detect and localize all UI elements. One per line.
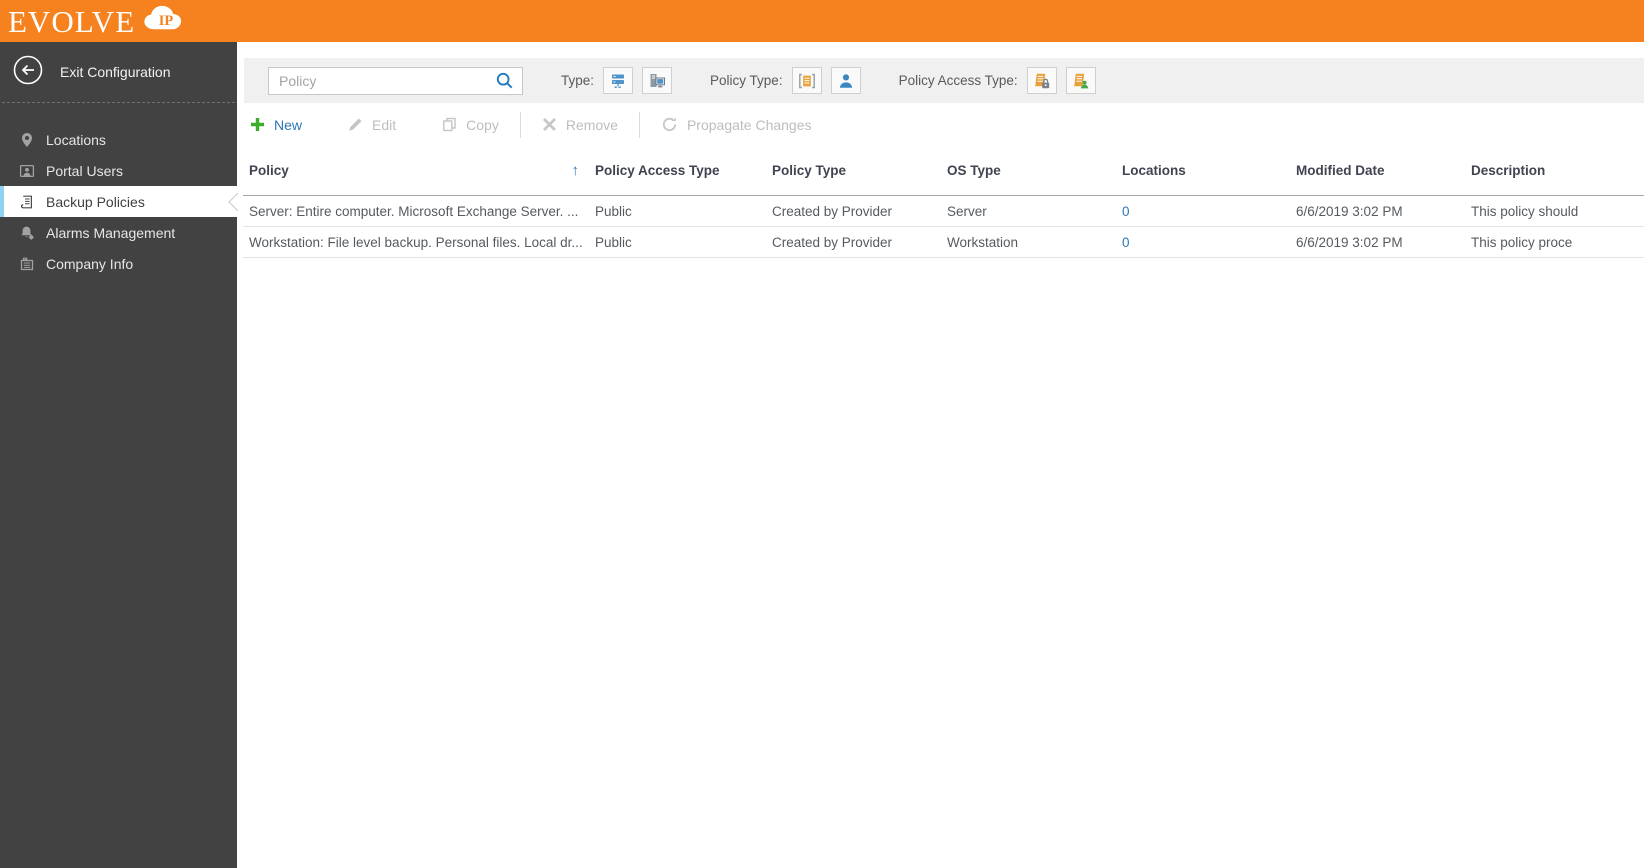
cell-policy: Workstation: File level backup. Personal… — [249, 234, 583, 250]
column-header-os-type[interactable]: OS Type — [941, 163, 1116, 178]
remove-button[interactable]: Remove — [529, 103, 631, 146]
policy-type-filter-group: Policy Type: — [710, 67, 861, 94]
remove-button-label: Remove — [565, 116, 618, 133]
plus-icon — [250, 117, 265, 132]
sidebar-item-locations[interactable]: Locations — [0, 124, 237, 155]
evolve-ip-logo: EVOLVE IP — [8, 2, 193, 41]
cell-os-type: Workstation — [947, 234, 1019, 250]
edit-button[interactable]: Edit — [335, 103, 409, 146]
copy-button[interactable]: Copy — [429, 103, 512, 146]
sidebar-item-company-info[interactable]: Company Info — [0, 248, 237, 279]
locations-count-link[interactable]: 0 — [1116, 235, 1290, 250]
workstation-type-icon[interactable] — [642, 67, 673, 94]
policy-search-box — [268, 66, 523, 95]
sidebar-item-label: Company Info — [46, 255, 134, 272]
column-header-locations[interactable]: Locations — [1116, 163, 1290, 178]
copy-icon — [442, 117, 457, 132]
column-header-policy-access-type[interactable]: Policy Access Type — [589, 163, 766, 178]
policy-access-type-filter-group: Policy Access Type: — [899, 67, 1096, 94]
column-header-modified-date[interactable]: Modified Date — [1290, 163, 1465, 178]
user-policy-icon[interactable] — [830, 67, 861, 94]
actions-toolbar: New Edit Copy Remove Propagate Changes — [237, 103, 1644, 146]
private-access-icon[interactable] — [1026, 67, 1057, 94]
cell-os-type: Server — [947, 203, 987, 219]
cell-description: This policy should — [1471, 203, 1579, 219]
sort-ascending-icon[interactable]: ↑ — [572, 163, 580, 178]
policy-access-type-filter-label: Policy Access Type: — [898, 73, 1018, 88]
sidebar-item-label: Backup Policies — [46, 193, 145, 210]
column-header-policy[interactable]: Policy ↑ — [243, 163, 589, 178]
public-access-icon[interactable] — [1065, 67, 1096, 94]
sidebar-item-label: Alarms Management — [46, 224, 176, 241]
back-arrow-icon — [12, 54, 44, 91]
cell-description: This policy proce — [1471, 234, 1573, 250]
type-filter-label: Type: — [561, 73, 595, 88]
sidebar-item-portal-users[interactable]: Portal Users — [0, 155, 237, 186]
location-pin-icon — [18, 131, 35, 148]
sidebar-item-alarms-management[interactable]: Alarms Management — [0, 217, 237, 248]
edit-button-label: Edit — [372, 116, 397, 133]
policy-search-input[interactable] — [277, 71, 495, 90]
toolbar-separator — [519, 111, 521, 138]
alarms-icon — [18, 224, 35, 241]
copy-button-label: Copy — [466, 116, 499, 133]
top-bar: EVOLVE IP — [0, 0, 1644, 42]
sidebar: Exit Configuration Locations Portal User… — [0, 42, 247, 868]
cell-policy-access-type: Public — [595, 203, 632, 219]
sidebar-item-backup-policies[interactable]: Backup Policies — [0, 186, 247, 217]
cell-modified-date: 6/6/2019 3:02 PM — [1296, 234, 1403, 250]
new-button[interactable]: New — [237, 103, 315, 146]
sidebar-item-label: Locations — [46, 131, 106, 148]
toolbar-separator — [638, 111, 640, 138]
x-icon — [542, 117, 557, 132]
cell-policy-type: Created by Provider — [772, 203, 893, 219]
exit-configuration-button[interactable]: Exit Configuration — [0, 42, 237, 102]
table-header-row: Policy ↑ Policy Access Type Policy Type … — [243, 146, 1644, 196]
cell-policy-access-type: Public — [595, 234, 632, 250]
svg-text:IP: IP — [159, 12, 174, 28]
server-type-icon[interactable] — [603, 67, 634, 94]
type-filter-group: Type: — [561, 67, 673, 94]
sidebar-item-label: Portal Users — [46, 162, 124, 179]
company-info-icon — [18, 255, 35, 272]
new-button-label: New — [274, 116, 303, 133]
portal-users-icon — [18, 162, 35, 179]
filter-bar: Type: Pol — [244, 58, 1644, 103]
policy-type-filter-label: Policy Type: — [710, 73, 783, 88]
backup-policies-icon — [18, 193, 35, 210]
table-row[interactable]: Server: Entire computer. Microsoft Excha… — [243, 196, 1644, 227]
propagate-changes-button-label: Propagate Changes — [686, 116, 812, 133]
sidebar-nav: Locations Portal Users Backup Policies A… — [0, 124, 247, 279]
exit-configuration-label: Exit Configuration — [60, 64, 171, 80]
pencil-icon — [348, 117, 363, 132]
provider-policy-icon[interactable] — [791, 67, 822, 94]
column-header-label: Policy — [249, 163, 289, 178]
cell-policy: Server: Entire computer. Microsoft Excha… — [249, 203, 579, 219]
propagate-changes-button[interactable]: Propagate Changes — [648, 103, 825, 146]
cell-modified-date: 6/6/2019 3:02 PM — [1296, 203, 1403, 219]
main-content: Type: Pol — [237, 42, 1644, 868]
cloud-logo-icon: IP — [139, 2, 193, 39]
locations-count-link[interactable]: 0 — [1116, 204, 1290, 219]
selected-item-accent-bar — [0, 186, 4, 217]
refresh-icon — [661, 116, 678, 133]
policies-table: Policy ↑ Policy Access Type Policy Type … — [243, 146, 1644, 258]
column-header-description[interactable]: Description — [1465, 163, 1644, 178]
cell-policy-type: Created by Provider — [772, 234, 893, 250]
sidebar-divider — [2, 102, 235, 103]
column-header-policy-type[interactable]: Policy Type — [766, 163, 941, 178]
table-row[interactable]: Workstation: File level backup. Personal… — [243, 227, 1644, 258]
logo-text: EVOLVE — [8, 3, 136, 39]
search-icon[interactable] — [495, 71, 514, 90]
